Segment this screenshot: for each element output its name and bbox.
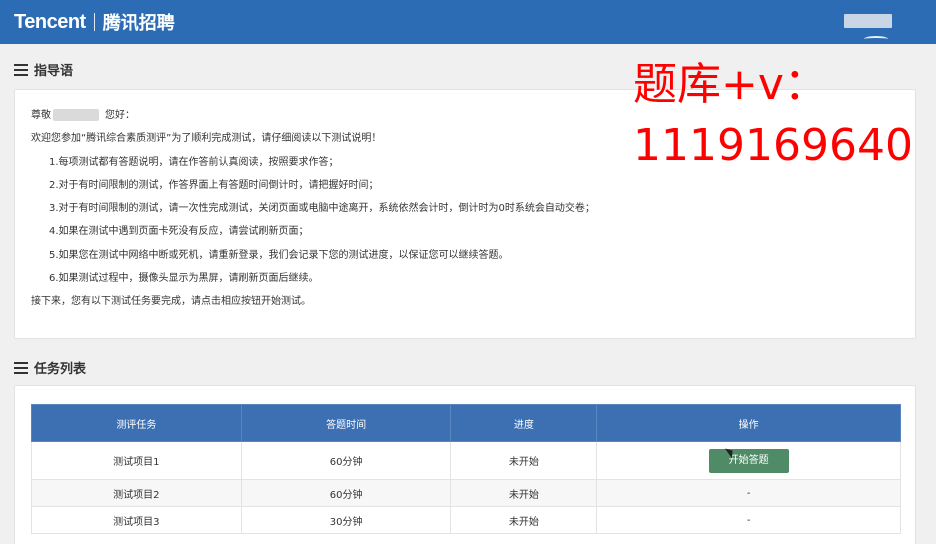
tasks-title: 任务列表 <box>34 362 87 377</box>
task-time: 30分钟 <box>240 506 452 534</box>
table-header-row: 测评任务 答题时间 进度 操作 <box>31 404 901 442</box>
guide-item-4: 4.如果在测试中遇到页面卡死没有反应，请尝试刷新页面； <box>49 226 309 238</box>
column-header-time: 答题时间 <box>240 404 452 442</box>
task-action-cell: 开始答题 <box>596 441 901 480</box>
list-icon <box>14 361 28 374</box>
task-time: 60分钟 <box>240 479 452 507</box>
task-name: 测试项目3 <box>31 506 242 534</box>
column-header-progress: 进度 <box>450 404 598 442</box>
watermark-line-2: 1119169640 <box>633 120 913 171</box>
tencent-logo[interactable]: Tencent <box>14 11 86 34</box>
guide-item-5: 5.如果您在测试中网络中断或死机，请重新登录，我们会记录下您的测试进度，以保证您… <box>49 249 509 261</box>
guide-section-header: 指导语 <box>14 60 73 79</box>
task-progress: 未开始 <box>450 441 598 480</box>
user-name-blurred[interactable] <box>844 14 892 28</box>
tasks-card: 测评任务 答题时间 进度 操作 测试项目1 60分钟 未开始 开始答题 测试项目… <box>14 385 916 544</box>
list-icon <box>14 63 28 76</box>
table-row: 测试项目3 30分钟 未开始 - <box>31 506 901 534</box>
table-row: 测试项目2 60分钟 未开始 - <box>31 479 901 507</box>
task-name: 测试项目2 <box>31 479 242 507</box>
guide-title: 指导语 <box>34 64 74 79</box>
task-name: 测试项目1 <box>31 441 242 480</box>
watermark-line-1: 题库+v： <box>633 59 828 110</box>
column-header-task: 测评任务 <box>31 404 242 442</box>
guide-outro: 接下来，您有以下测试任务要完成，请点击相应按钮开始测试。 <box>31 296 311 308</box>
greeting-prefix: 尊敬 <box>31 110 51 121</box>
table-row: 测试项目1 60分钟 未开始 开始答题 <box>31 441 901 480</box>
guide-item-2: 2.对于有时间限制的测试，作答界面上有答题时间倒计时，请把握好时间； <box>49 179 379 191</box>
task-progress: 未开始 <box>450 506 598 534</box>
logo-divider <box>93 13 95 31</box>
task-time: 60分钟 <box>240 441 452 480</box>
tasks-section-header: 任务列表 <box>14 358 86 377</box>
task-action-cell: - <box>596 479 901 507</box>
task-action-cell: - <box>596 506 901 534</box>
candidate-name-blurred <box>53 109 99 121</box>
task-progress: 未开始 <box>450 479 598 507</box>
column-header-action: 操作 <box>596 404 901 442</box>
start-answering-button[interactable]: 开始答题 <box>708 448 789 473</box>
guide-item-3: 3.对于有时间限制的测试，请一次性完成测试，关闭页面或电脑中途离开，系统依然会计… <box>49 203 595 215</box>
user-menu-caret-icon[interactable] <box>864 36 888 42</box>
top-header: Tencent 腾讯招聘 <box>0 0 936 44</box>
greeting-suffix: 您好： <box>105 110 135 121</box>
guide-item-6: 6.如果测试过程中，摄像头显示为黑屏，请刷新页面后继续。 <box>49 273 319 285</box>
recruitment-logo-text: 腾讯招聘 <box>102 13 175 34</box>
tasks-table: 测评任务 答题时间 进度 操作 测试项目1 60分钟 未开始 开始答题 测试项目… <box>31 404 901 534</box>
